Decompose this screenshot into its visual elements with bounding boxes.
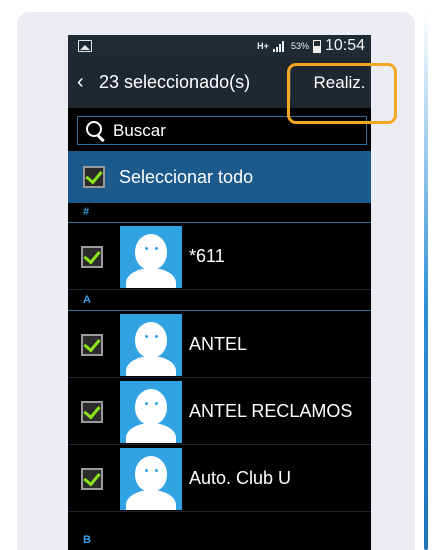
battery-icon	[312, 39, 321, 53]
card-accent-bar	[424, 12, 428, 550]
contact-row[interactable]: *611	[68, 224, 371, 290]
selection-count-title[interactable]: 23 seleccionado(s)	[99, 72, 250, 93]
phone-screen: H+ 53% 10:54 ‹ 23 seleccionado(s) Realiz…	[68, 35, 371, 550]
contact-name: *611	[189, 246, 225, 266]
signal-icon	[272, 40, 287, 52]
contact-row[interactable]: ANTEL	[68, 312, 371, 378]
contact-row[interactable]: Auto. Club U	[68, 446, 371, 512]
done-button[interactable]: Realiz.	[290, 57, 371, 108]
contact-row[interactable]: ANTEL RECLAMOS	[68, 379, 371, 445]
clock: 10:54	[324, 37, 365, 54]
select-all-checkbox[interactable]	[83, 166, 105, 188]
section-header: #	[68, 203, 371, 223]
select-all-label: Seleccionar todo	[119, 166, 254, 187]
select-all-row[interactable]: Seleccionar todo	[68, 151, 371, 203]
contact-name: ANTEL	[189, 334, 248, 354]
contact-checkbox[interactable]	[81, 246, 103, 268]
search-bar: Buscar	[68, 108, 371, 151]
search-icon	[85, 120, 107, 142]
contact-name: Auto. Club U	[189, 468, 292, 488]
contact-avatar-icon	[120, 381, 182, 443]
chevron-left-icon[interactable]: ‹	[77, 72, 97, 92]
contact-avatar-icon	[120, 314, 182, 376]
section-letter: #	[83, 206, 90, 218]
section-header: A	[68, 291, 371, 311]
battery-percent: 53%	[290, 41, 309, 51]
status-icons: H+ 53% 10:54	[257, 35, 365, 57]
section-header: B	[68, 513, 371, 550]
search-placeholder: Buscar	[113, 120, 166, 140]
search-input[interactable]: Buscar	[77, 116, 367, 145]
section-letter: A	[83, 294, 91, 306]
contact-avatar-icon	[120, 226, 182, 288]
section-letter: B	[83, 534, 91, 546]
image-notification-icon	[78, 40, 92, 52]
status-bar: H+ 53% 10:54	[68, 35, 371, 57]
contact-checkbox[interactable]	[81, 401, 103, 423]
contact-checkbox[interactable]	[81, 468, 103, 490]
network-type-icon: H+	[257, 41, 269, 51]
contact-avatar-icon	[120, 448, 182, 510]
contact-name: ANTEL RECLAMOS	[189, 401, 353, 421]
action-bar: ‹ 23 seleccionado(s) Realiz.	[68, 57, 371, 108]
contact-checkbox[interactable]	[81, 334, 103, 356]
